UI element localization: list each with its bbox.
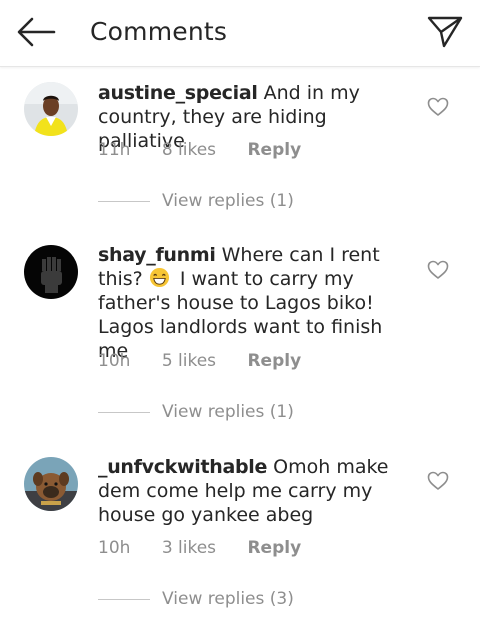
comment-text: _unfvckwithable Omoh make dem come help …	[98, 455, 408, 527]
share-button[interactable]	[426, 14, 464, 50]
likes-count[interactable]: 8 likes	[162, 140, 216, 160]
heart-icon	[427, 260, 449, 279]
like-button[interactable]	[427, 471, 449, 491]
heart-icon	[427, 97, 449, 116]
view-replies-button[interactable]: View replies (1)	[98, 191, 294, 213]
reply-button[interactable]: Reply	[247, 140, 301, 160]
likes-count[interactable]: 5 likes	[162, 351, 216, 371]
likes-count[interactable]: 3 likes	[162, 538, 216, 558]
comment-text: shay_funmi Where can I rent this? I want…	[98, 243, 408, 363]
view-replies-label: View replies (1)	[162, 402, 294, 422]
reply-button[interactable]: Reply	[247, 351, 301, 371]
avatar[interactable]	[24, 457, 78, 511]
like-button[interactable]	[427, 97, 449, 117]
view-replies-button[interactable]: View replies (1)	[98, 402, 294, 424]
header-bar: Comments	[0, 0, 480, 67]
comment-time: 10h	[98, 351, 131, 371]
reply-button[interactable]: Reply	[247, 538, 301, 558]
comment-meta: 10h 5 likes Reply	[98, 351, 327, 371]
view-replies-button[interactable]: View replies (3)	[98, 589, 294, 611]
view-replies-label: View replies (1)	[162, 191, 294, 211]
avatar[interactable]	[24, 82, 78, 136]
comment-username[interactable]: _unfvckwithable	[98, 456, 267, 478]
like-button[interactable]	[427, 260, 449, 280]
heart-icon	[427, 471, 449, 490]
back-button[interactable]	[14, 14, 58, 50]
comment-username[interactable]: shay_funmi	[98, 244, 216, 266]
divider-line	[98, 598, 150, 600]
view-replies-label: View replies (3)	[162, 589, 294, 609]
comment-time: 11h	[98, 140, 131, 160]
comment-time: 10h	[98, 538, 131, 558]
divider-line	[98, 200, 150, 202]
page-title: Comments	[90, 17, 228, 46]
divider-line	[98, 411, 150, 413]
comment-username[interactable]: austine_special	[98, 82, 258, 104]
avatar[interactable]	[24, 245, 78, 299]
comment-meta: 11h 8 likes Reply	[98, 140, 327, 160]
grinning-face-emoji-icon	[149, 267, 169, 288]
paper-plane-icon	[427, 16, 463, 48]
back-arrow-icon	[17, 17, 56, 47]
comment-meta: 10h 3 likes Reply	[98, 538, 327, 558]
